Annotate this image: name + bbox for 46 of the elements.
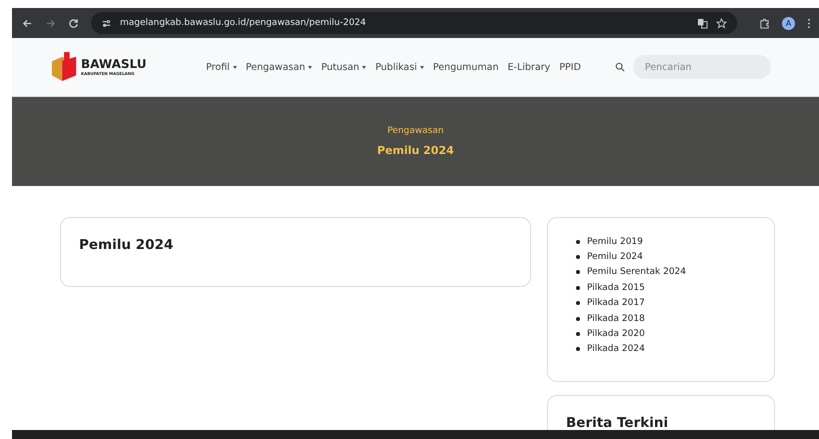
- page-title: Pemilu 2024: [377, 144, 454, 157]
- bullet-icon: [576, 270, 580, 274]
- bullet-icon: [576, 240, 580, 244]
- profile-avatar[interactable]: A: [782, 16, 795, 30]
- nav-link[interactable]: Pengawasan: [246, 62, 312, 72]
- search-icon[interactable]: [614, 62, 625, 72]
- caret-icon: [420, 66, 424, 68]
- star-icon[interactable]: [716, 18, 727, 28]
- site-settings-icon[interactable]: [101, 18, 112, 28]
- bullet-icon: [576, 255, 580, 260]
- bullet-icon: [576, 332, 580, 336]
- nav-link[interactable]: Putusan: [321, 62, 366, 72]
- more-icon[interactable]: [807, 18, 811, 28]
- logo-title: BAWASLU: [81, 58, 146, 71]
- sidebar-link[interactable]: Pemilu Serentak 2024: [587, 267, 686, 278]
- news-heading: Berita Terkini: [566, 415, 668, 430]
- sidebar-link[interactable]: Pilkada 2020: [587, 329, 645, 340]
- sidebar-link[interactable]: Pilkada 2015: [587, 282, 645, 293]
- bullet-icon: [576, 347, 580, 352]
- puzzle-icon[interactable]: [759, 18, 770, 28]
- card-title: Pemilu 2024: [79, 237, 174, 253]
- forward-arrow-icon[interactable]: [45, 18, 56, 28]
- sidebar-link[interactable]: Pilkada 2017: [587, 298, 645, 308]
- reload-icon[interactable]: [68, 18, 79, 28]
- caret-icon: [232, 66, 237, 68]
- caret-icon: [362, 66, 366, 68]
- back-arrow-icon[interactable]: [22, 18, 33, 28]
- bullet-icon: [576, 301, 580, 306]
- sidebar-link[interactable]: Pilkada 2018: [587, 314, 645, 324]
- search-field[interactable]: Pencarian: [632, 55, 771, 79]
- url-text: magelangkab.bawaslu.go.id/pengawasan/pemilu-2024: [120, 18, 366, 28]
- address-bar[interactable]: magelangkab.bawaslu.go.id/pengawasan/pemilu-2024: [91, 12, 737, 34]
- sidebar-link[interactable]: Pemilu 2024: [587, 252, 643, 262]
- translate-icon[interactable]: [697, 18, 708, 28]
- nav-link[interactable]: Profil: [206, 62, 237, 72]
- bullet-icon: [576, 286, 580, 290]
- nav-link[interactable]: Publikasi: [375, 62, 424, 72]
- caret-icon: [308, 66, 312, 68]
- logo-icon[interactable]: [50, 51, 78, 83]
- bullet-icon: [576, 316, 580, 321]
- sidebar-link[interactable]: Pemilu 2019: [587, 236, 643, 247]
- nav-link[interactable]: E-Library: [508, 62, 550, 72]
- nav-link[interactable]: Pengumuman: [432, 62, 499, 72]
- breadcrumb-category: Pengawasan: [387, 126, 444, 136]
- nav-link[interactable]: PPID: [559, 62, 581, 72]
- sidebar-link[interactable]: Pilkada 2024: [587, 344, 645, 354]
